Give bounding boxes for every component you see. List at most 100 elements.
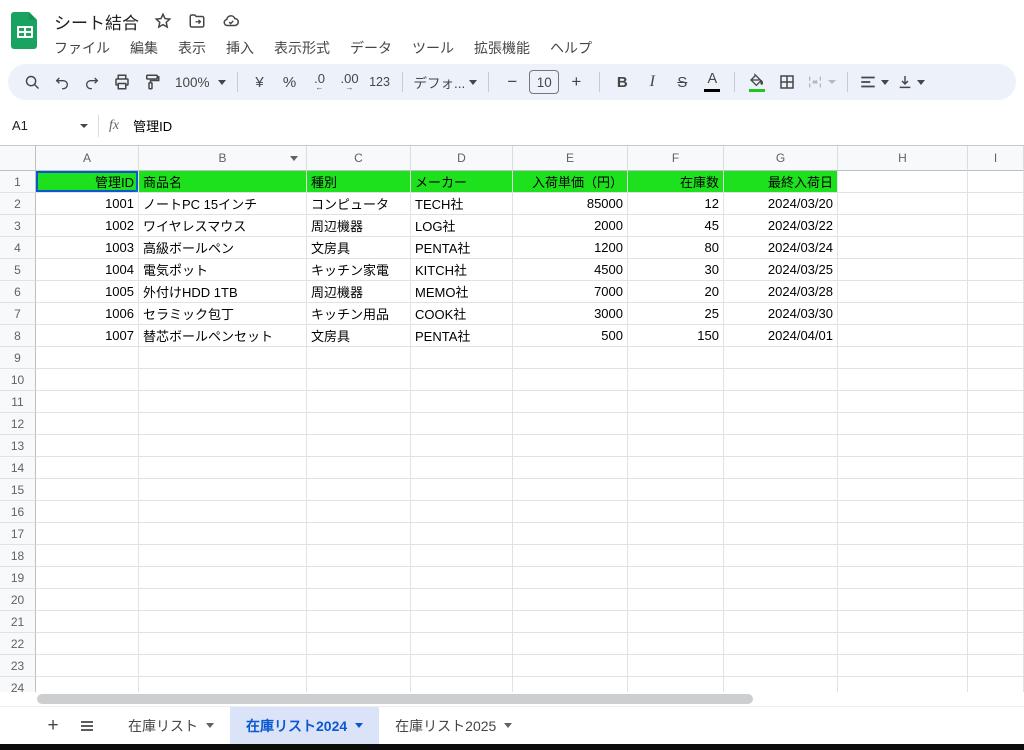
cell-C11[interactable] bbox=[307, 391, 411, 413]
cell-D24[interactable] bbox=[411, 677, 513, 692]
row-header-9[interactable]: 9 bbox=[0, 347, 36, 369]
row-header-10[interactable]: 10 bbox=[0, 369, 36, 391]
cell-G3[interactable]: 2024/03/22 bbox=[724, 215, 838, 237]
cell-D18[interactable] bbox=[411, 545, 513, 567]
cell-D5[interactable]: KITCH社 bbox=[411, 259, 513, 281]
cell-D12[interactable] bbox=[411, 413, 513, 435]
cell-C17[interactable] bbox=[307, 523, 411, 545]
cell-H22[interactable] bbox=[838, 633, 968, 655]
cell-D23[interactable] bbox=[411, 655, 513, 677]
cell-D20[interactable] bbox=[411, 589, 513, 611]
cell-B3[interactable]: ワイヤレスマウス bbox=[139, 215, 307, 237]
cell-A15[interactable] bbox=[36, 479, 139, 501]
cell-G19[interactable] bbox=[724, 567, 838, 589]
cell-B18[interactable] bbox=[139, 545, 307, 567]
sheet-tab-1[interactable]: 在庫リスト2024 bbox=[230, 707, 379, 744]
italic-button[interactable]: I bbox=[638, 68, 666, 96]
cell-B13[interactable] bbox=[139, 435, 307, 457]
cell-A13[interactable] bbox=[36, 435, 139, 457]
column-header-D[interactable]: D bbox=[411, 146, 513, 171]
cell-E1[interactable]: 入荷単価（円） bbox=[513, 171, 628, 193]
cell-I1[interactable] bbox=[968, 171, 1024, 193]
cell-B12[interactable] bbox=[139, 413, 307, 435]
cell-F12[interactable] bbox=[628, 413, 724, 435]
merge-cells-button[interactable] bbox=[803, 68, 839, 96]
row-header-20[interactable]: 20 bbox=[0, 589, 36, 611]
select-all-corner[interactable] bbox=[0, 146, 36, 171]
strikethrough-button[interactable]: S bbox=[668, 68, 696, 96]
cell-F4[interactable]: 80 bbox=[628, 237, 724, 259]
cell-C14[interactable] bbox=[307, 457, 411, 479]
cell-G12[interactable] bbox=[724, 413, 838, 435]
row-header-13[interactable]: 13 bbox=[0, 435, 36, 457]
cell-G2[interactable]: 2024/03/20 bbox=[724, 193, 838, 215]
menu-item-2[interactable]: 表示 bbox=[170, 36, 214, 60]
print-button[interactable] bbox=[108, 68, 136, 96]
vertical-align-button[interactable] bbox=[894, 68, 928, 96]
cell-G20[interactable] bbox=[724, 589, 838, 611]
percent-format-button[interactable]: % bbox=[276, 68, 304, 96]
cell-A16[interactable] bbox=[36, 501, 139, 523]
cell-F16[interactable] bbox=[628, 501, 724, 523]
column-header-I[interactable]: I bbox=[968, 146, 1024, 171]
cell-G14[interactable] bbox=[724, 457, 838, 479]
cell-E13[interactable] bbox=[513, 435, 628, 457]
cell-G6[interactable]: 2024/03/28 bbox=[724, 281, 838, 303]
cell-F19[interactable] bbox=[628, 567, 724, 589]
cell-C22[interactable] bbox=[307, 633, 411, 655]
cell-D22[interactable] bbox=[411, 633, 513, 655]
cell-H3[interactable] bbox=[838, 215, 968, 237]
cell-A9[interactable] bbox=[36, 347, 139, 369]
cell-G23[interactable] bbox=[724, 655, 838, 677]
cell-E22[interactable] bbox=[513, 633, 628, 655]
cell-I14[interactable] bbox=[968, 457, 1024, 479]
cell-E24[interactable] bbox=[513, 677, 628, 692]
font-select[interactable]: デフォ... bbox=[411, 68, 481, 96]
cell-H21[interactable] bbox=[838, 611, 968, 633]
row-header-8[interactable]: 8 bbox=[0, 325, 36, 347]
fill-color-button[interactable] bbox=[743, 68, 771, 96]
cell-E4[interactable]: 1200 bbox=[513, 237, 628, 259]
cell-D6[interactable]: MEMO社 bbox=[411, 281, 513, 303]
cell-D8[interactable]: PENTA社 bbox=[411, 325, 513, 347]
cell-E9[interactable] bbox=[513, 347, 628, 369]
cell-A8[interactable]: 1007 bbox=[36, 325, 139, 347]
cell-A2[interactable]: 1001 bbox=[36, 193, 139, 215]
cell-F9[interactable] bbox=[628, 347, 724, 369]
cell-A10[interactable] bbox=[36, 369, 139, 391]
cell-H15[interactable] bbox=[838, 479, 968, 501]
cell-C10[interactable] bbox=[307, 369, 411, 391]
row-header-21[interactable]: 21 bbox=[0, 611, 36, 633]
cell-I2[interactable] bbox=[968, 193, 1024, 215]
cell-F8[interactable]: 150 bbox=[628, 325, 724, 347]
paint-format-button[interactable] bbox=[138, 68, 166, 96]
cell-I16[interactable] bbox=[968, 501, 1024, 523]
cell-I18[interactable] bbox=[968, 545, 1024, 567]
cell-H2[interactable] bbox=[838, 193, 968, 215]
cell-B19[interactable] bbox=[139, 567, 307, 589]
cell-F22[interactable] bbox=[628, 633, 724, 655]
menu-item-5[interactable]: データ bbox=[342, 36, 400, 60]
cell-C21[interactable] bbox=[307, 611, 411, 633]
cell-G13[interactable] bbox=[724, 435, 838, 457]
column-header-E[interactable]: E bbox=[513, 146, 628, 171]
cell-B17[interactable] bbox=[139, 523, 307, 545]
cell-G18[interactable] bbox=[724, 545, 838, 567]
cell-C23[interactable] bbox=[307, 655, 411, 677]
cell-H13[interactable] bbox=[838, 435, 968, 457]
cell-C13[interactable] bbox=[307, 435, 411, 457]
cell-B16[interactable] bbox=[139, 501, 307, 523]
cell-B2[interactable]: ノートPC 15インチ bbox=[139, 193, 307, 215]
text-color-button[interactable]: A bbox=[698, 68, 726, 96]
cell-F17[interactable] bbox=[628, 523, 724, 545]
row-header-18[interactable]: 18 bbox=[0, 545, 36, 567]
cell-G4[interactable]: 2024/03/24 bbox=[724, 237, 838, 259]
cell-C1[interactable]: 種別 bbox=[307, 171, 411, 193]
cell-I8[interactable] bbox=[968, 325, 1024, 347]
column-dropdown-icon[interactable] bbox=[290, 156, 298, 161]
cell-I21[interactable] bbox=[968, 611, 1024, 633]
cell-H1[interactable] bbox=[838, 171, 968, 193]
increase-decimal-button[interactable]: .00→ bbox=[336, 68, 364, 96]
row-header-7[interactable]: 7 bbox=[0, 303, 36, 325]
cell-H12[interactable] bbox=[838, 413, 968, 435]
